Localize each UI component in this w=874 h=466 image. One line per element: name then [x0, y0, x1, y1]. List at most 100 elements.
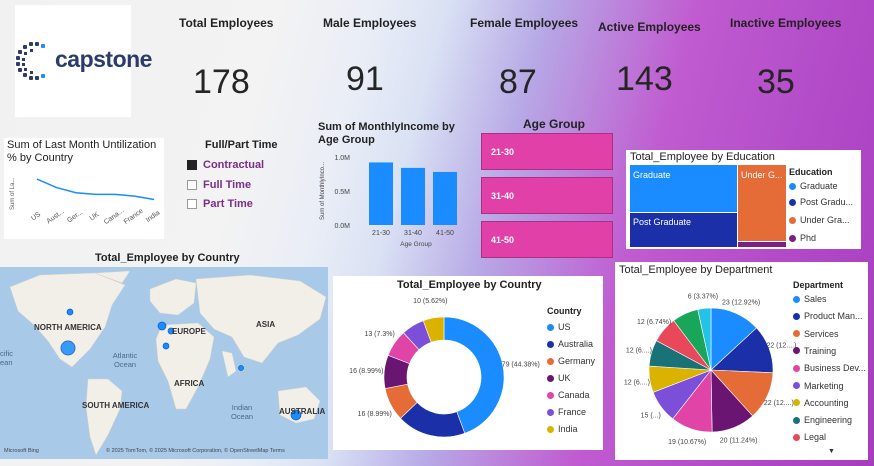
legend-item[interactable]: Accounting: [793, 398, 849, 408]
legend-item[interactable]: India: [547, 424, 578, 434]
data-label: 12 (6.74%): [637, 319, 671, 326]
kpi-female-title: Female Employees: [470, 16, 579, 30]
legend-item[interactable]: Engineering: [793, 415, 852, 425]
department-pie-chart[interactable]: Total_Employee by Department 23 (12.92%)…: [615, 262, 868, 460]
legend-item[interactable]: Business Dev...: [793, 363, 866, 373]
x-tick-label: Aust...: [46, 208, 66, 225]
fullpart-item-fulltime[interactable]: Full Time: [187, 179, 251, 191]
legend-item[interactable]: Phd: [789, 233, 816, 243]
legend-label: Engineering: [804, 415, 853, 426]
legend-item[interactable]: France: [547, 407, 586, 417]
legend-item[interactable]: Training: [793, 346, 836, 356]
x-tick-label: UK: [89, 211, 101, 223]
data-label: 22 (12....): [766, 342, 796, 349]
legend-dot-icon: [789, 234, 796, 242]
treemap-label: Graduate: [633, 170, 671, 180]
legend-label: Legal: [804, 432, 827, 443]
legend-item[interactable]: Graduate: [789, 181, 838, 191]
legend-item[interactable]: Marketing: [793, 381, 844, 391]
map-provider: Microsoft Bing: [4, 448, 39, 454]
data-label: 16 (8.99%): [349, 368, 383, 375]
data-label: 12 (6....): [626, 347, 652, 354]
map-ocean-label: cific ean: [0, 349, 13, 367]
country-legend-title: Country: [547, 306, 582, 316]
bar[interactable]: [369, 162, 393, 225]
department-pie-plot: 23 (12.92%) 22 (12....) 22 (12....) 20 (11.…: [624, 293, 797, 446]
treemap-graduate[interactable]: Graduate: [630, 165, 737, 212]
legend-item[interactable]: Post Gradu...: [789, 197, 853, 207]
legend-dot-icon: [793, 364, 800, 372]
data-label: 10 (5.62%): [413, 298, 447, 305]
legend-label: Under Gra...: [800, 215, 850, 225]
utilization-plot: Sum of La... US Aust... Ger... UK Cana...Fran…: [10, 177, 162, 226]
legend-dot-icon: [793, 295, 800, 303]
legend-item[interactable]: Under Gra...: [789, 215, 850, 225]
legend-dot-icon: [793, 312, 800, 320]
kpi-inactive-value: 35: [757, 63, 795, 101]
world-map: [9, 270, 327, 456]
legend-item[interactable]: US: [547, 322, 571, 332]
legend-label: Australia: [558, 339, 594, 349]
utilization-chart[interactable]: Sum of Last Month Untilization % by Coun…: [4, 138, 164, 239]
kpi-active-title: Active Employees: [598, 20, 701, 34]
x-tick-label: US: [30, 211, 42, 223]
legend-label: Marketing: [804, 380, 844, 391]
map-visual[interactable]: NORTH AMERICA EUROPE ASIA AFRICA SOUTH A…: [0, 267, 328, 459]
bar[interactable]: [401, 167, 425, 225]
y-axis-label: Sum of MonthlyInco...: [320, 162, 326, 220]
agegroup-button-21-30[interactable]: 21-30: [481, 133, 613, 170]
kpi-total-value: 178: [193, 63, 250, 101]
legend-item[interactable]: Product Man...: [793, 311, 863, 321]
legend-dot-icon: [547, 391, 554, 399]
income-plot: Sum of MonthlyInco... 0.0M 0.5M 1.0M 21-30 31…: [320, 155, 457, 248]
kpi-total-title: Total Employees: [179, 16, 274, 30]
legend-label: Product Man...: [804, 311, 863, 322]
country-donut-chart[interactable]: Total_Employee by Country 79 (44.38%)33 …: [333, 276, 603, 450]
legend-label: France: [558, 407, 587, 417]
legend-label: Phd: [800, 233, 817, 243]
education-legend-title: Education: [789, 167, 833, 177]
x-axis-label: Age Group: [400, 241, 432, 248]
education-chart[interactable]: Total_Employee by Education Graduate Pos…: [626, 150, 861, 249]
legend-scroll-down-icon[interactable]: ▼: [828, 448, 835, 455]
fullpart-item-parttime[interactable]: Part Time: [187, 198, 253, 210]
x-tick-label: Cana...: [103, 207, 126, 226]
treemap-label: Post Graduate: [633, 217, 692, 227]
legend-dot-icon: [793, 416, 800, 424]
legend-dot-icon: [793, 382, 800, 389]
legend-item[interactable]: UK: [547, 373, 571, 383]
treemap-phd[interactable]: [738, 242, 786, 247]
treemap-undergraduate[interactable]: Under G...: [738, 165, 786, 241]
map-attribution[interactable]: © 2025 TomTom, © 2025 Microsoft Corporat…: [106, 448, 285, 454]
legend-dot-icon: [547, 340, 554, 348]
checkbox-icon[interactable]: [187, 199, 197, 209]
checkbox-checked-icon[interactable]: [187, 160, 197, 170]
legend-dot-icon: [547, 408, 554, 416]
map-label: AFRICA: [174, 379, 205, 388]
checkbox-icon[interactable]: [187, 180, 197, 190]
legend-label: Graduate: [800, 181, 838, 191]
legend-label: Training: [804, 345, 837, 356]
legend-item[interactable]: Sales: [793, 294, 827, 304]
capstone-logo-icon: [16, 42, 45, 80]
income-chart[interactable]: Sum of MonthlyIncome by Age Group Sum of…: [316, 120, 476, 250]
x-tick-label: India: [145, 209, 162, 224]
bar[interactable]: [433, 171, 457, 225]
data-label: 23 (12.92%): [722, 299, 760, 306]
legend-item[interactable]: Legal: [793, 432, 826, 442]
legend-dot-icon: [547, 374, 554, 382]
legend-item[interactable]: Services: [793, 329, 839, 339]
treemap-postgraduate[interactable]: Post Graduate: [630, 213, 737, 247]
map-label: SOUTH AMERICA: [82, 401, 150, 410]
legend-dot-icon: [793, 347, 800, 355]
legend-item[interactable]: Canada: [547, 390, 590, 400]
kpi-male-value: 91: [346, 60, 384, 98]
agegroup-button-31-40[interactable]: 31-40: [481, 177, 613, 214]
fullpart-item-contractual[interactable]: Contractual: [187, 159, 264, 171]
x-tick-label: Ger...: [66, 209, 84, 225]
data-label: 12 (6....): [624, 379, 650, 386]
legend-item[interactable]: Australia: [547, 339, 593, 349]
agegroup-button-41-50[interactable]: 41-50: [481, 221, 613, 258]
legend-label: Business Dev...: [804, 363, 866, 374]
legend-item[interactable]: Germany: [547, 356, 595, 366]
